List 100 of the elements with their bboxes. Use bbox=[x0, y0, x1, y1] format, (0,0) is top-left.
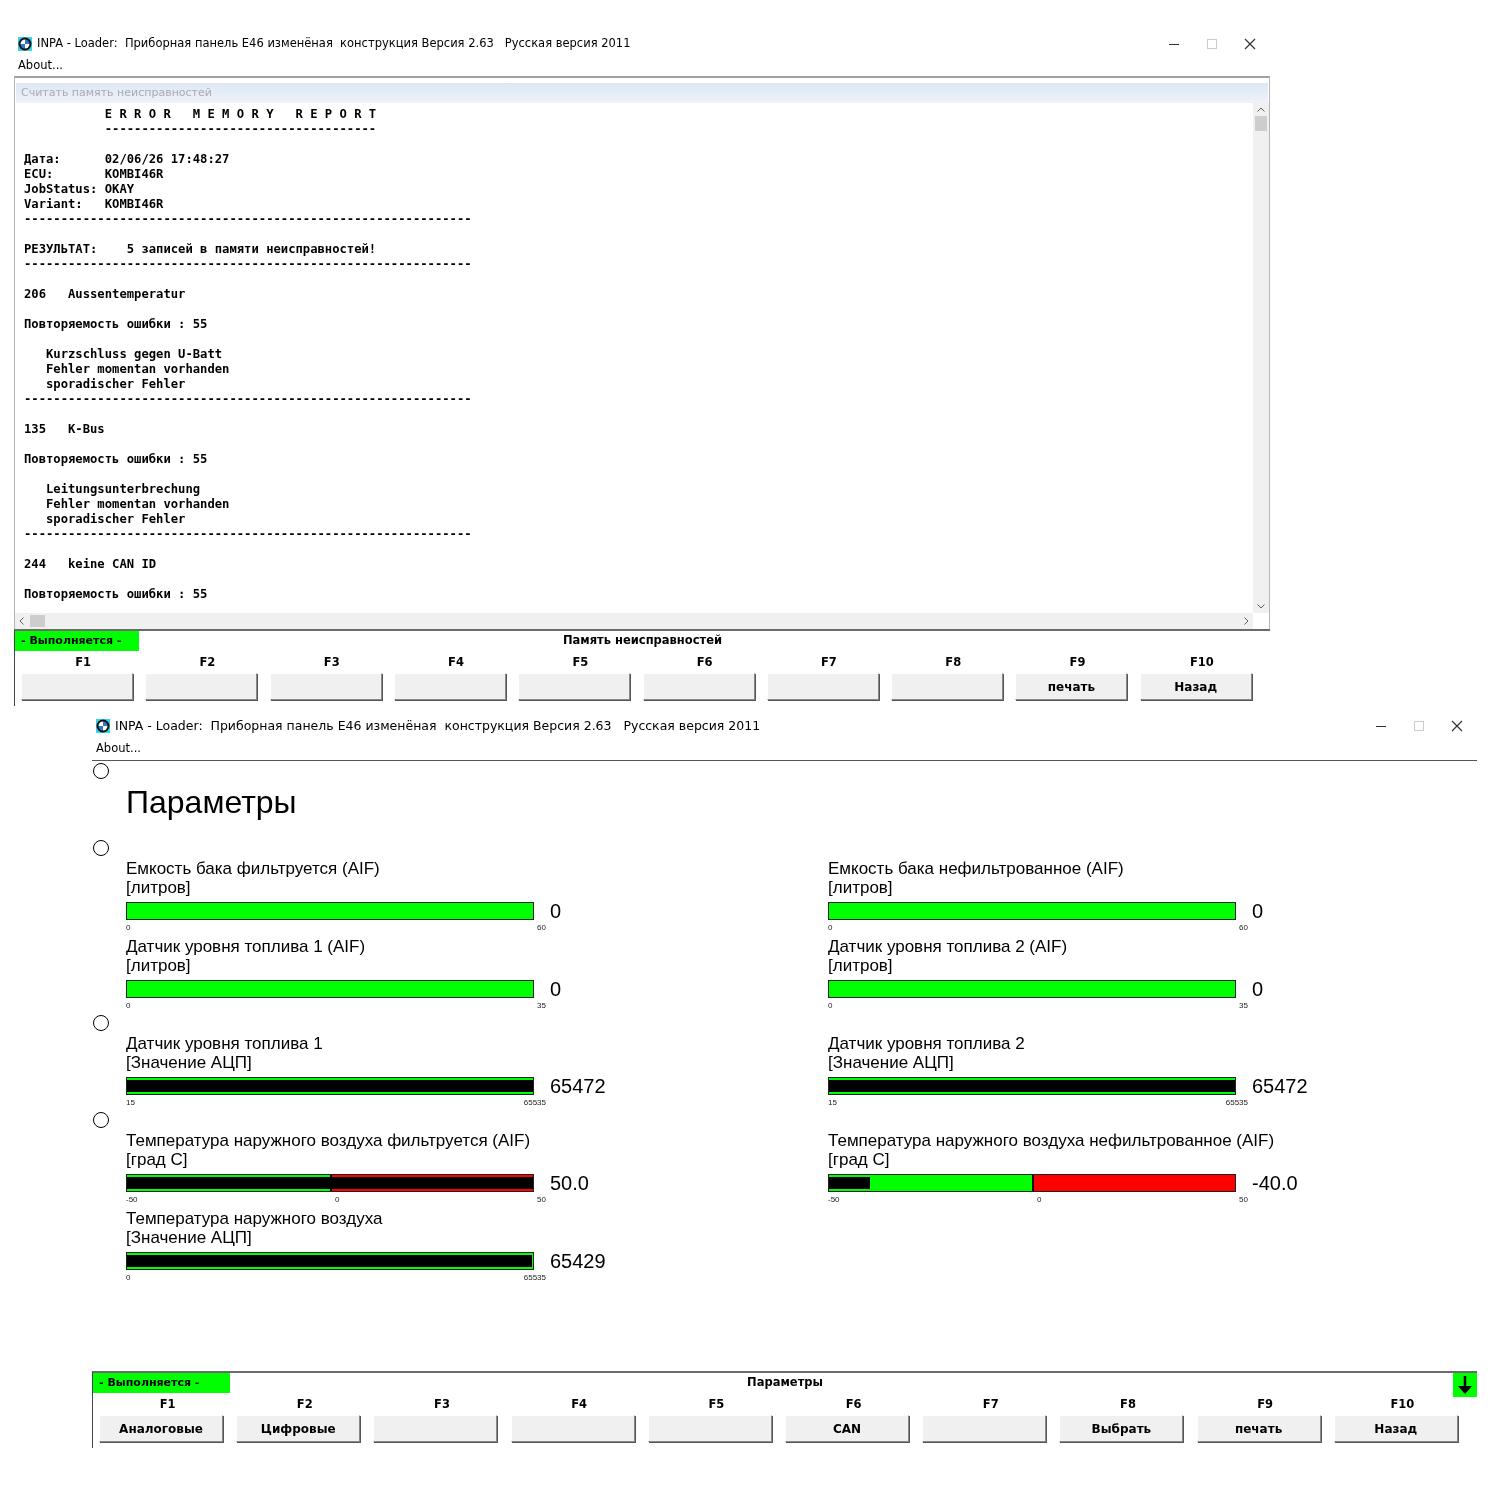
tick-label: 50 bbox=[537, 1195, 546, 1205]
function-key-button[interactable]: Цифровые bbox=[236, 1415, 361, 1442]
gauge-unit: [град С] bbox=[828, 1150, 891, 1169]
function-key-button[interactable]: Назад bbox=[1333, 1415, 1458, 1442]
function-key-button[interactable] bbox=[891, 673, 1004, 700]
close-icon[interactable] bbox=[1244, 37, 1256, 50]
gauge-unit: [Значение АЦП] bbox=[126, 1053, 253, 1072]
function-key-button[interactable] bbox=[393, 673, 506, 700]
function-key-button[interactable] bbox=[145, 673, 258, 700]
gauge-value: 0 bbox=[1252, 900, 1264, 922]
function-key-label: F3 bbox=[433, 1396, 451, 1413]
function-key-label: F7 bbox=[981, 1396, 1000, 1413]
function-key-label: F6 bbox=[844, 1396, 863, 1413]
function-key-button[interactable] bbox=[642, 673, 755, 700]
roundel-icon bbox=[96, 719, 110, 733]
tick-label: 0 bbox=[828, 923, 833, 933]
report-line: ------------------------------------------------------------- bbox=[24, 527, 473, 542]
function-key-button[interactable]: Назад bbox=[1139, 673, 1252, 700]
report-line: Дата: 02/06/26 17:48:27 bbox=[24, 152, 231, 167]
gauge-title: Датчик уровня топлива 1 bbox=[126, 1034, 324, 1053]
gauge-unit: [литров] bbox=[828, 878, 894, 897]
report-line: Leitungsunterbrechung bbox=[45, 482, 202, 497]
scroll-thumb[interactable] bbox=[30, 615, 45, 627]
report-line: 206 Aussentemperatur bbox=[24, 287, 187, 302]
function-key-button[interactable]: Аналоговые bbox=[99, 1415, 223, 1442]
function-key-button[interactable] bbox=[922, 1415, 1047, 1442]
gauge-value: -40.0 bbox=[1252, 1172, 1298, 1194]
function-key-label: F9 bbox=[1256, 1396, 1275, 1413]
function-key-label: F4 bbox=[570, 1396, 589, 1413]
tick-label: 65535 bbox=[523, 1098, 546, 1108]
function-key-label: F2 bbox=[198, 654, 217, 671]
function-key-button[interactable] bbox=[21, 673, 133, 700]
gauge-title: Температура наружного воздуха bbox=[126, 1209, 384, 1228]
window-title: INPA - Loader: Приборная панель E46 изменёная конструкция Версия 2.63 Русская версия 2011 bbox=[37, 34, 631, 52]
function-key-label: F10 bbox=[1188, 654, 1215, 671]
function-key-label: F4 bbox=[447, 654, 465, 671]
function-key-label: F10 bbox=[1389, 1396, 1416, 1413]
function-key-button[interactable]: печать bbox=[1196, 1415, 1321, 1442]
report-line: ------------------------------------------------------------- bbox=[24, 392, 473, 407]
function-key-label: F8 bbox=[944, 654, 963, 671]
function-key-label: F5 bbox=[707, 1396, 726, 1413]
function-key-button[interactable]: Выбрать bbox=[1059, 1415, 1184, 1442]
report-line: Variant: KOMBI46R bbox=[24, 197, 165, 212]
menu-item[interactable]: About... bbox=[14, 57, 63, 74]
gauge-value: 65429 bbox=[550, 1250, 606, 1272]
report-line: Повторяемость ошибки : 55 bbox=[24, 317, 209, 332]
tick-label: -50 bbox=[828, 1195, 840, 1205]
tick-label: 0 bbox=[126, 1001, 131, 1011]
scroll-down-icon[interactable] bbox=[1257, 604, 1265, 609]
radio-button[interactable] bbox=[93, 763, 109, 779]
tick-label: 50 bbox=[1239, 1195, 1248, 1205]
function-key-button[interactable]: печать bbox=[1015, 673, 1128, 700]
scroll-thumb[interactable] bbox=[1255, 116, 1267, 131]
function-key-button[interactable] bbox=[510, 1415, 635, 1442]
function-key-button[interactable] bbox=[766, 673, 879, 700]
radio-button[interactable] bbox=[93, 1112, 109, 1128]
gauge-value: 0 bbox=[1252, 978, 1264, 1000]
gauge-title: Температура наружного воздуха нефильтрованное (AIF) bbox=[828, 1131, 1276, 1150]
function-key-button[interactable] bbox=[518, 673, 631, 700]
tick-label: 0 bbox=[335, 1195, 340, 1205]
vertical-scrollbar[interactable] bbox=[1253, 103, 1269, 613]
gauge-title: Датчик уровня топлива 1 (AIF) bbox=[126, 937, 367, 956]
report-line: 244 keine CAN ID bbox=[24, 557, 158, 572]
menu-item[interactable]: About... bbox=[92, 740, 141, 757]
function-key-label: F1 bbox=[74, 654, 93, 671]
gauge-title: Температура наружного воздуха фильтруется (AIF) bbox=[126, 1131, 532, 1150]
function-key-label: F9 bbox=[1068, 654, 1087, 671]
report-line: ------------------------------------------------------------- bbox=[24, 257, 473, 272]
horizontal-scrollbar[interactable] bbox=[15, 613, 1253, 629]
function-key-label: F3 bbox=[322, 654, 341, 671]
gauge-unit: [литров] bbox=[126, 878, 192, 897]
report-line: ------------------------------------------------------------- bbox=[24, 212, 473, 227]
function-key-button[interactable] bbox=[269, 673, 382, 700]
gauge-value: 65472 bbox=[550, 1075, 606, 1097]
tick-label: 0 bbox=[126, 1273, 131, 1283]
scroll-left-icon[interactable] bbox=[19, 617, 24, 625]
report-line: JobStatus: OKAY bbox=[24, 182, 136, 197]
radio-button[interactable] bbox=[93, 840, 109, 856]
gauge-title: Емкость бака нефильтрованное (AIF) bbox=[828, 859, 1125, 878]
close-icon[interactable] bbox=[1451, 720, 1463, 732]
scroll-up-icon[interactable] bbox=[1257, 107, 1265, 112]
roundel-icon bbox=[18, 36, 32, 51]
function-key-button[interactable] bbox=[373, 1415, 498, 1442]
report-line: Fehler momentan vorhanden bbox=[45, 362, 231, 377]
report-line: Kurzschluss gegen U-Batt bbox=[45, 347, 224, 362]
report-line: sporadischer Fehler bbox=[45, 377, 187, 392]
function-key-button[interactable]: CAN bbox=[785, 1415, 909, 1442]
tick-label: 60 bbox=[537, 923, 546, 933]
tick-label: 15 bbox=[126, 1098, 135, 1108]
screen-title: Память неисправностей bbox=[562, 632, 723, 650]
function-key-button[interactable] bbox=[647, 1415, 772, 1442]
tick-label: 65535 bbox=[1225, 1098, 1248, 1108]
gauge-unit: [град С] bbox=[126, 1150, 189, 1169]
gauge-unit: [Значение АЦП] bbox=[828, 1053, 955, 1072]
gauge-title: Датчик уровня топлива 2 bbox=[828, 1034, 1026, 1053]
gauge-value: 65472 bbox=[1252, 1075, 1308, 1097]
tick-label: 35 bbox=[537, 1001, 546, 1011]
report-line: ------------------------------------- bbox=[103, 122, 378, 137]
scroll-right-icon[interactable] bbox=[1244, 617, 1249, 625]
radio-button[interactable] bbox=[93, 1015, 109, 1031]
